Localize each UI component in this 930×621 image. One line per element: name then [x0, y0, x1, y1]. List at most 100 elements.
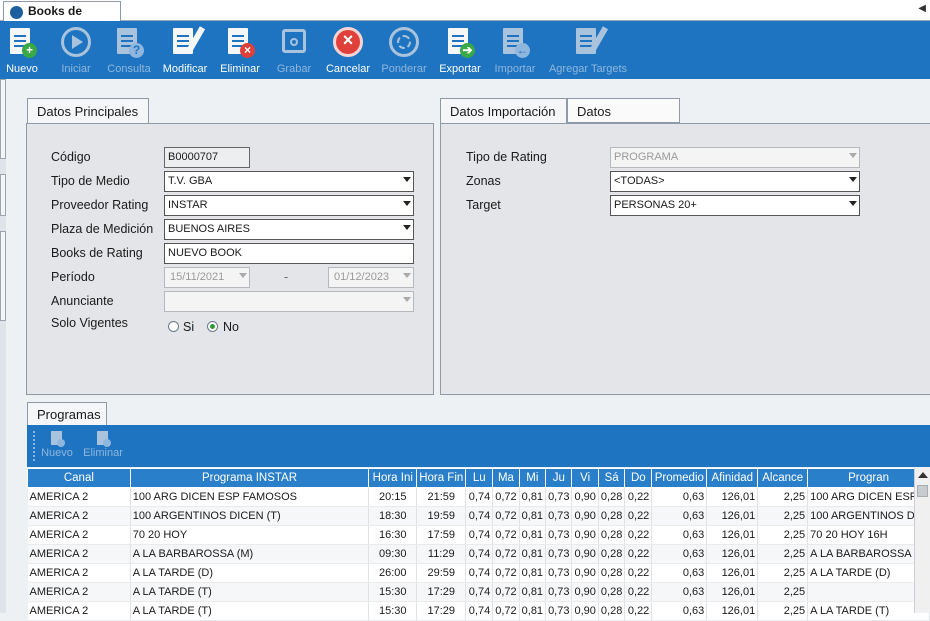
column-header[interactable]: Canal: [27, 468, 131, 488]
table-cell[interactable]: 0,73: [545, 506, 573, 526]
table-cell[interactable]: 0,74: [465, 487, 494, 507]
table-cell[interactable]: AMERICA 2: [27, 506, 131, 526]
table-cell[interactable]: 0,28: [598, 487, 626, 507]
table-cell[interactable]: 0,22: [624, 582, 653, 602]
zonas-select[interactable]: <TODAS>: [610, 171, 860, 192]
dock-tab[interactable]: [0, 174, 6, 216]
column-header[interactable]: Ma: [492, 468, 520, 488]
dock-tab[interactable]: [0, 231, 6, 321]
table-cell[interactable]: 0,63: [651, 601, 708, 621]
table-cell[interactable]: 20:15: [368, 487, 418, 507]
grabar-button[interactable]: Grabar: [274, 23, 314, 77]
tab-programas[interactable]: Programas: [27, 402, 107, 426]
column-header[interactable]: Sá: [597, 468, 626, 488]
table-cell[interactable]: AMERICA 2: [27, 582, 131, 602]
column-header[interactable]: Do: [624, 468, 653, 488]
table-cell[interactable]: 0,81: [519, 582, 547, 602]
column-header[interactable]: Mi: [518, 468, 547, 488]
table-cell[interactable]: 0,81: [519, 525, 547, 545]
table-cell[interactable]: AMERICA 2: [27, 563, 131, 583]
table-cell[interactable]: AMERICA 2: [27, 601, 131, 621]
table-cell[interactable]: A LA TARDE (D): [130, 563, 370, 583]
table-cell[interactable]: A LA TARDE (T): [807, 601, 930, 621]
exportar-button[interactable]: ➔ Exportar: [436, 23, 484, 77]
column-header[interactable]: Alcance: [757, 468, 809, 488]
table-row[interactable]: AMERICA 2A LA TARDE (T) 15:30 17:29 0,74 0,7…: [27, 601, 930, 621]
table-cell[interactable]: 0,72: [492, 506, 520, 526]
table-cell[interactable]: 29:59: [416, 563, 467, 583]
table-cell[interactable]: 0,28: [598, 563, 626, 583]
column-header[interactable]: Ju: [545, 468, 573, 488]
table-cell[interactable]: 0,63: [651, 506, 708, 526]
table-cell[interactable]: 09:30: [368, 544, 418, 564]
tipo-medio-select[interactable]: T.V. GBA: [164, 171, 414, 192]
column-header[interactable]: Programa INSTAR: [129, 468, 370, 488]
table-cell[interactable]: 0,81: [519, 544, 547, 564]
table-cell[interactable]: 0,90: [571, 601, 599, 621]
table-cell[interactable]: 0,22: [624, 563, 653, 583]
grid-vertical-scrollbar[interactable]: [914, 468, 930, 613]
table-cell[interactable]: 100 ARG DICEN ESP FAMOSOS: [130, 487, 370, 507]
table-cell[interactable]: 15:30: [368, 582, 418, 602]
table-cell[interactable]: 11:29: [416, 544, 467, 564]
table-cell[interactable]: 2,25: [757, 544, 809, 564]
table-cell[interactable]: 0,63: [651, 544, 708, 564]
tab-datos-poblacion[interactable]: Datos Población: [567, 98, 680, 144]
table-cell[interactable]: 0,74: [465, 563, 494, 583]
table-cell[interactable]: AMERICA 2: [27, 544, 131, 564]
table-cell[interactable]: 100 ARGENTINOS DIC: [807, 506, 930, 526]
table-cell[interactable]: 0,90: [571, 563, 599, 583]
table-row[interactable]: AMERICA 2A LA TARDE (T) 15:30 17:29 0,74 0,7…: [27, 582, 930, 602]
programas-eliminar-button[interactable]: Eliminar: [81, 429, 125, 459]
table-cell[interactable]: 0,72: [492, 582, 520, 602]
table-cell[interactable]: 0,73: [545, 582, 573, 602]
table-cell[interactable]: 0,73: [545, 563, 573, 583]
table-cell[interactable]: 15:30: [368, 601, 418, 621]
nuevo-button[interactable]: + Nuevo: [4, 23, 40, 77]
table-cell[interactable]: 19:59: [416, 506, 467, 526]
table-cell[interactable]: 0,28: [598, 506, 626, 526]
table-cell[interactable]: 0,22: [624, 544, 653, 564]
table-cell[interactable]: 0,63: [651, 525, 708, 545]
table-row[interactable]: AMERICA 2 70 20 HOY 16:30 17:59 0,74 0,72 0,81…: [27, 525, 930, 545]
table-cell[interactable]: 21:59: [416, 487, 467, 507]
table-cell[interactable]: 0,22: [624, 506, 653, 526]
iniciar-button[interactable]: Iniciar: [56, 23, 96, 77]
column-header[interactable]: Vi: [571, 468, 599, 488]
tab-scroll-left-icon[interactable]: ◀: [918, 3, 926, 14]
tipo-rating-select[interactable]: PROGRAMA: [610, 147, 860, 168]
table-cell[interactable]: 0,81: [519, 487, 547, 507]
table-cell[interactable]: 26:00: [368, 563, 418, 583]
table-cell[interactable]: 0,72: [492, 601, 520, 621]
table-cell[interactable]: 2,25: [757, 525, 809, 545]
table-cell[interactable]: 0,28: [598, 601, 626, 621]
table-cell[interactable]: 70 20 HOY 16H: [807, 525, 930, 545]
table-cell[interactable]: 0,74: [465, 506, 494, 526]
table-cell[interactable]: 0,74: [465, 544, 494, 564]
table-cell[interactable]: 126,01: [706, 563, 759, 583]
column-header[interactable]: Promedio: [651, 468, 708, 488]
table-cell[interactable]: A LA TARDE (D): [807, 563, 930, 583]
importar-button[interactable]: ← Importar: [492, 23, 538, 77]
scroll-thumb[interactable]: [917, 485, 928, 497]
solo-vigentes-si-label[interactable]: Si: [183, 320, 194, 334]
table-cell[interactable]: A LA TARDE (T): [130, 582, 370, 602]
table-cell[interactable]: 0,22: [624, 487, 653, 507]
modificar-button[interactable]: Modificar: [160, 23, 210, 77]
table-row[interactable]: AMERICA 2 100 ARGENTINOS DICEN (T) 18:30 19…: [27, 506, 930, 526]
table-cell[interactable]: AMERICA 2: [27, 525, 131, 545]
tab-datos-importacion[interactable]: Datos Importación: [440, 98, 567, 124]
table-cell[interactable]: A LA BARBAROSSA (M): [130, 544, 370, 564]
table-cell[interactable]: 17:29: [416, 582, 467, 602]
document-tab[interactable]: Books de Rating: [3, 1, 121, 37]
table-cell[interactable]: 0,73: [545, 525, 573, 545]
scroll-up-icon[interactable]: [918, 472, 928, 478]
anunciante-select[interactable]: [164, 291, 414, 312]
consulta-button[interactable]: ? Consulta: [106, 23, 152, 77]
table-cell[interactable]: A LA BARBAROSSA (M: [807, 544, 930, 564]
table-cell[interactable]: 2,25: [757, 506, 809, 526]
table-cell[interactable]: 0,90: [571, 506, 599, 526]
table-cell[interactable]: AMERICA 2: [27, 487, 131, 507]
table-cell[interactable]: 0,81: [519, 601, 547, 621]
table-cell[interactable]: 0,63: [651, 563, 708, 583]
